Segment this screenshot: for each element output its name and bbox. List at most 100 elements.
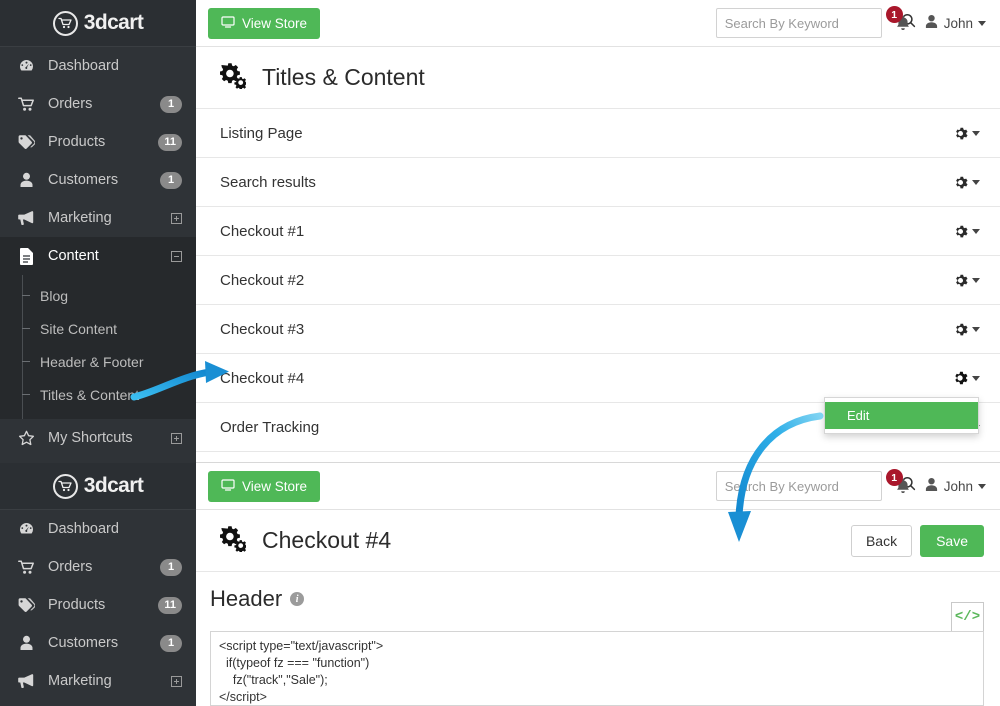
row-actions-gear[interactable]	[953, 322, 980, 337]
user-name: John	[943, 15, 973, 31]
sidebar-subitem-titles-content[interactable]: Titles & Content	[0, 378, 196, 411]
document-icon	[16, 247, 36, 265]
user-avatar-icon	[924, 14, 939, 32]
main-content: View Store 1	[196, 0, 1000, 706]
sidebar-subitem-header-footer[interactable]: Header & Footer	[0, 345, 196, 378]
header-section: Header i	[196, 572, 1000, 612]
chevron-down-icon	[978, 483, 986, 489]
sidebar-subitem-label: Titles & Content	[40, 386, 140, 403]
sidebar-item-orders-2[interactable]: Orders 1	[0, 548, 196, 586]
code-view-toggle[interactable]: </>	[951, 602, 984, 632]
table-row-checkout-4[interactable]: Checkout #4	[196, 354, 1000, 403]
cogs-icon	[216, 524, 248, 557]
dropdown-item-edit[interactable]: Edit	[825, 402, 978, 429]
row-actions-gear[interactable]	[953, 273, 980, 288]
sidebar-item-customers[interactable]: Customers 1	[0, 161, 196, 199]
collapse-icon[interactable]	[171, 250, 182, 262]
row-label: Checkout #1	[220, 222, 305, 240]
row-actions-gear[interactable]	[953, 126, 980, 141]
notifications-button[interactable]: 1	[885, 6, 914, 36]
sidebar-item-products-2[interactable]: Products 11	[0, 586, 196, 624]
row-label: Listing Page	[220, 124, 303, 142]
row-actions-gear[interactable]	[953, 224, 980, 239]
sidebar-item-label: My Shortcuts	[48, 430, 133, 446]
sidebar-subitem-site-content[interactable]: Site Content	[0, 312, 196, 345]
second-screenshot-panel: View Store 1	[196, 462, 1000, 706]
table-row[interactable]: Checkout #1	[196, 207, 1000, 256]
chevron-down-icon	[972, 277, 980, 283]
view-store-label: View Store	[242, 15, 308, 31]
chevron-down-icon	[972, 375, 980, 381]
sidebar-item-label: Dashboard	[48, 521, 119, 537]
user-menu[interactable]: John	[924, 14, 986, 32]
sidebar-subitem-label: Site Content	[40, 320, 118, 337]
chevron-down-icon	[972, 179, 980, 185]
expand-icon[interactable]	[171, 212, 182, 224]
sidebar-logo-bottom[interactable]: 3dcart	[0, 463, 196, 510]
sidebar-item-label: Marketing	[48, 210, 112, 226]
search-box[interactable]	[715, 8, 915, 38]
user-icon	[16, 172, 36, 188]
sidebar-submenu-content: Blog Site Content Header & Footer Titles…	[0, 275, 196, 419]
row-actions-gear[interactable]	[953, 175, 980, 190]
info-icon[interactable]: i	[290, 592, 305, 606]
user-menu-2[interactable]: John	[924, 477, 986, 495]
shopping-cart-icon	[52, 10, 78, 36]
dashboard-icon	[16, 58, 36, 75]
sidebar-item-dashboard[interactable]: Dashboard	[0, 47, 196, 85]
sidebar-badge: 1	[160, 171, 182, 189]
sidebar-item-my-shortcuts[interactable]: My Shortcuts	[0, 419, 196, 457]
sidebar-item-label: Orders	[48, 96, 93, 112]
back-button[interactable]: Back	[850, 524, 913, 557]
table-row[interactable]: Search results	[196, 158, 1000, 207]
cart-icon	[16, 96, 36, 112]
row-label: Checkout #3	[220, 320, 305, 338]
sidebar-item-content[interactable]: Content	[0, 237, 196, 275]
sidebar-item-label: Content	[48, 248, 99, 264]
sidebar-item-orders[interactable]: Orders 1	[0, 85, 196, 123]
table-row[interactable]: Checkout #3	[196, 305, 1000, 354]
chevron-down-icon	[972, 326, 980, 332]
user-name: John	[943, 478, 973, 494]
sidebar-badge: 11	[158, 133, 182, 151]
sidebar-item-customers-2[interactable]: Customers 1	[0, 624, 196, 662]
header-code-editor[interactable]: <script type="text/javascript"> if(typeo…	[210, 631, 984, 706]
search-input-2[interactable]	[724, 478, 901, 494]
sidebar-subitem-label: Blog	[40, 287, 69, 304]
chevron-down-icon	[972, 228, 980, 234]
sidebar-item-label: Products	[48, 597, 106, 613]
row-actions-dropdown: Edit	[824, 397, 979, 434]
view-store-button[interactable]: View Store	[208, 7, 321, 39]
page-header-checkout-4: Checkout #4 Back Save	[196, 510, 1000, 572]
row-label: Search results	[220, 173, 316, 191]
notification-badge: 1	[885, 6, 903, 23]
sidebar-item-marketing[interactable]: Marketing	[0, 199, 196, 237]
sidebar-logo-top[interactable]: 3dcart	[0, 0, 196, 47]
table-row[interactable]: Listing Page	[196, 109, 1000, 158]
row-actions-gear-active[interactable]	[952, 370, 980, 386]
view-store-button-2[interactable]: View Store	[208, 470, 321, 502]
table-row[interactable]: Checkout #2	[196, 256, 1000, 305]
expand-icon[interactable]	[171, 675, 182, 687]
expand-icon[interactable]	[171, 432, 182, 444]
page-title-2: Checkout #4	[262, 527, 392, 553]
sidebar-item-label: Orders	[48, 559, 93, 575]
section-title-text: Header	[210, 586, 283, 611]
sidebar-item-products[interactable]: Products 11	[0, 123, 196, 161]
user-icon	[16, 635, 36, 651]
sidebar-subitem-blog[interactable]: Blog	[0, 279, 196, 312]
search-input[interactable]	[724, 15, 901, 31]
star-icon	[16, 430, 36, 447]
save-button[interactable]: Save	[920, 524, 984, 557]
search-box-2[interactable]	[715, 471, 915, 501]
tag-icon	[16, 134, 36, 150]
code-icon[interactable]: </>	[951, 602, 984, 632]
megaphone-icon	[16, 210, 36, 226]
row-label: Checkout #2	[220, 271, 305, 289]
sidebar-item-label: Marketing	[48, 673, 112, 689]
cart-icon	[16, 559, 36, 575]
sidebar-item-marketing-2[interactable]: Marketing	[0, 662, 196, 700]
notifications-button-2[interactable]: 1	[885, 469, 914, 499]
sidebar-item-dashboard-2[interactable]: Dashboard	[0, 510, 196, 548]
section-title-header: Header i	[210, 586, 980, 612]
